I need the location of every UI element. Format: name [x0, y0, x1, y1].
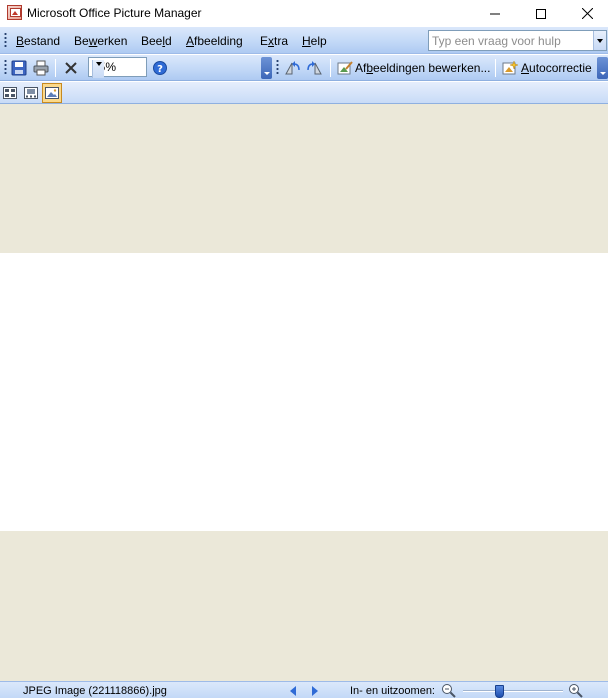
menu-afbeelding[interactable]: Afbeelding	[186, 34, 243, 48]
delete-button[interactable]	[61, 58, 81, 78]
ask-question-input[interactable]	[432, 33, 590, 48]
rotate-right-icon	[307, 61, 322, 75]
picture-manager-app-icon[interactable]	[7, 5, 22, 20]
help-icon: ?	[153, 61, 167, 75]
close-button[interactable]	[564, 0, 608, 27]
save-icon	[11, 60, 27, 76]
ask-question-dropdown[interactable]	[593, 31, 606, 50]
delete-icon	[65, 62, 77, 74]
thumbnail-view-icon	[3, 87, 17, 99]
picture-canvas-background-top	[0, 104, 608, 253]
close-icon	[581, 8, 593, 19]
menu-extra[interactable]: Extra	[260, 34, 288, 48]
zoom-in-icon[interactable]	[568, 683, 584, 698]
rotate-right-button[interactable]	[305, 58, 325, 78]
minimize-icon	[490, 13, 500, 14]
save-button[interactable]	[9, 58, 29, 78]
rotate-left-button[interactable]	[282, 58, 302, 78]
zoom-dropdown[interactable]	[92, 60, 104, 78]
edit-pictures-button[interactable]: Afbeeldingen bewerken...	[355, 61, 490, 75]
autocorrect-button[interactable]: Autocorrectie	[521, 61, 592, 75]
chevron-down-icon	[597, 39, 603, 43]
title-bar: Microsoft Office Picture Manager	[0, 0, 608, 27]
toolbar-grip[interactable]	[276, 59, 279, 76]
picture-canvas-background-bottom	[0, 531, 608, 681]
rotate-left-icon	[285, 61, 300, 75]
print-button[interactable]	[31, 58, 51, 78]
zoom-slider-label: In- en uitzoomen:	[350, 685, 435, 697]
menu-bar-grip[interactable]	[4, 32, 7, 49]
toolbar-grip[interactable]	[4, 59, 7, 76]
minimize-button[interactable]	[472, 0, 518, 27]
filmstrip-view-icon	[24, 87, 38, 99]
toolbar-options-button[interactable]	[261, 57, 272, 79]
edit-pictures-icon-button[interactable]	[335, 58, 355, 78]
menu-beeld[interactable]: Beeld	[141, 34, 172, 48]
svg-text:?: ?	[157, 64, 163, 75]
chevron-down-icon	[96, 62, 102, 66]
maximize-button[interactable]	[518, 0, 564, 27]
filmstrip-view-button[interactable]	[21, 83, 41, 103]
zoom-slider-thumb[interactable]	[494, 685, 504, 698]
zoom-out-icon[interactable]	[441, 683, 457, 698]
single-picture-view-icon	[45, 87, 59, 99]
single-picture-view-button[interactable]	[42, 83, 62, 103]
print-icon	[33, 60, 49, 76]
thumbnail-view-button[interactable]	[0, 83, 20, 103]
standard-toolbar: 35% ? Afbeeldingen bewerken... Autocorre…	[0, 55, 608, 81]
zoom-combobox[interactable]: 35%	[88, 57, 147, 78]
toolbar-separator	[495, 59, 496, 77]
status-file-name: JPEG Image (221118866).jpg	[23, 685, 167, 697]
window-title: Microsoft Office Picture Manager	[27, 6, 202, 20]
toolbar-separator	[330, 59, 331, 77]
next-picture-icon[interactable]	[312, 686, 318, 696]
view-toolbar	[0, 82, 608, 104]
menu-bestand[interactable]: Bestand	[16, 34, 60, 48]
ask-question-box[interactable]	[428, 30, 607, 51]
previous-picture-icon[interactable]	[290, 686, 296, 696]
displayed-picture[interactable]	[0, 253, 608, 531]
zoom-slider-track[interactable]	[463, 690, 563, 692]
toolbar-separator	[55, 59, 56, 77]
status-bar: JPEG Image (221118866).jpg In- en uitzoo…	[0, 681, 608, 698]
autocorrect-icon-button[interactable]	[500, 58, 520, 78]
toolbar-options-button[interactable]	[597, 57, 608, 79]
edit-pictures-icon	[337, 61, 353, 75]
help-button[interactable]: ?	[150, 58, 170, 78]
menu-help[interactable]: Help	[302, 34, 327, 48]
menu-bewerken[interactable]: Bewerken	[74, 34, 127, 48]
autocorrect-icon	[502, 60, 518, 75]
maximize-icon	[536, 8, 546, 19]
